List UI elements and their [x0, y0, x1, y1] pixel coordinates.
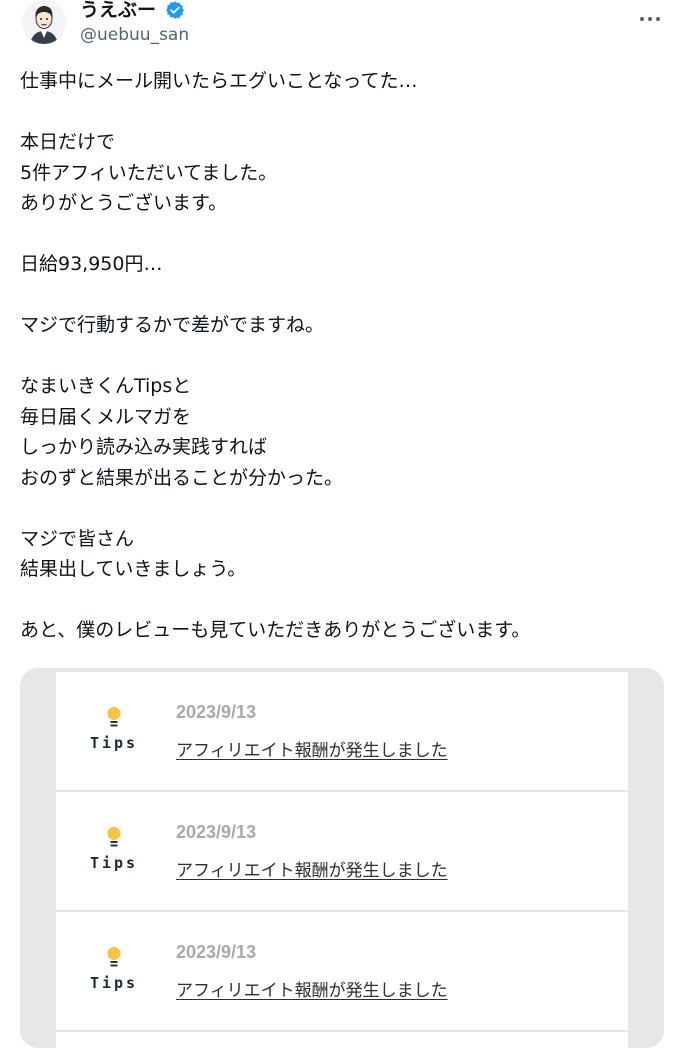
tips-logo-text: Tips [89, 854, 139, 872]
tweet-text-line: マジで行動するかで差がでますね。 [20, 314, 325, 336]
tweet-text: 仕事中にメール開いたらエグいことなってた… 本日だけで 5件アフィいただいてました。… [20, 66, 670, 707]
tweet-text-line: あと、僕のレビューも見ていただきありがとうございます。 [20, 619, 531, 641]
tweet-text-line: マジで皆さん [20, 527, 135, 550]
tweet-text-line: 日給93,950円… [20, 253, 163, 275]
quoted-media[interactable]: Tips 2023/9/13 アフィリエイト報酬が発生しました Tips 2023/9/… [20, 668, 664, 1048]
tweet-text-line: 本日だけで [20, 131, 116, 153]
more-options-icon[interactable] [638, 6, 662, 22]
tweet: うえぶー @uebuu_san 仕事中にメール開いたらエグいことなってた… 本日だ… [0, 0, 689, 1048]
user-handle[interactable]: @uebuu_san [80, 24, 189, 46]
display-name[interactable]: うえぶー [80, 0, 156, 22]
notification-date: 2023/9/13 [176, 942, 257, 962]
lightbulb-icon [107, 827, 121, 847]
tweet-text-line: 5件アフィいただいてました。 [20, 161, 278, 184]
lightbulb-icon [107, 947, 121, 967]
verified-badge-icon [165, 0, 185, 20]
notification-item: Tips 2023/9/13 アフィリエイト報酬が発生しました [56, 672, 628, 792]
notification-message-link[interactable]: アフィリエイト報酬が発生しました [176, 856, 448, 881]
notification-message-link[interactable]: アフィリエイト報酬が発生しました [176, 736, 448, 761]
tweet-text-line: 仕事中にメール開いたらエグいことなってた… [20, 70, 418, 92]
tips-logo-text: Tips [89, 974, 139, 992]
lightbulb-icon [107, 707, 121, 727]
tweet-text-line: ありがとうございます。 [20, 192, 228, 214]
notification-item: Tips 2023/9/13 アフィリエイト報酬が発生しました [56, 912, 628, 1032]
notification-list: Tips 2023/9/13 アフィリエイト報酬が発生しました Tips 2023/9/… [56, 672, 628, 1048]
notification-date: 2023/9/13 [176, 822, 257, 842]
tweet-text-line: しっかり読み込み実践すれば [20, 436, 268, 458]
author-names: うえぶー @uebuu_san [80, 0, 189, 46]
tips-logo-text: Tips [89, 734, 139, 752]
notification-date: 2023/9/13 [176, 702, 257, 722]
tips-logo: Tips [86, 706, 142, 752]
avatar[interactable] [22, 0, 66, 44]
tweet-text-line: 結果出していきましょう。 [20, 558, 247, 580]
tips-logo: Tips [86, 946, 142, 992]
tips-logo: Tips [86, 826, 142, 872]
notification-item: Tips 2023/9/13 アフィリエイト報酬が発生しました [56, 792, 628, 912]
tweet-text-line: おのずと結果が出ることが分かった。 [20, 466, 344, 489]
notification-message-link[interactable]: アフィリエイト報酬が発生しました [176, 976, 448, 1001]
tweet-header: うえぶー @uebuu_san [20, 0, 670, 50]
tweet-text-line: なまいきくんTipsと [20, 375, 192, 397]
tweet-text-line: 毎日届くメルマガを [20, 405, 192, 428]
